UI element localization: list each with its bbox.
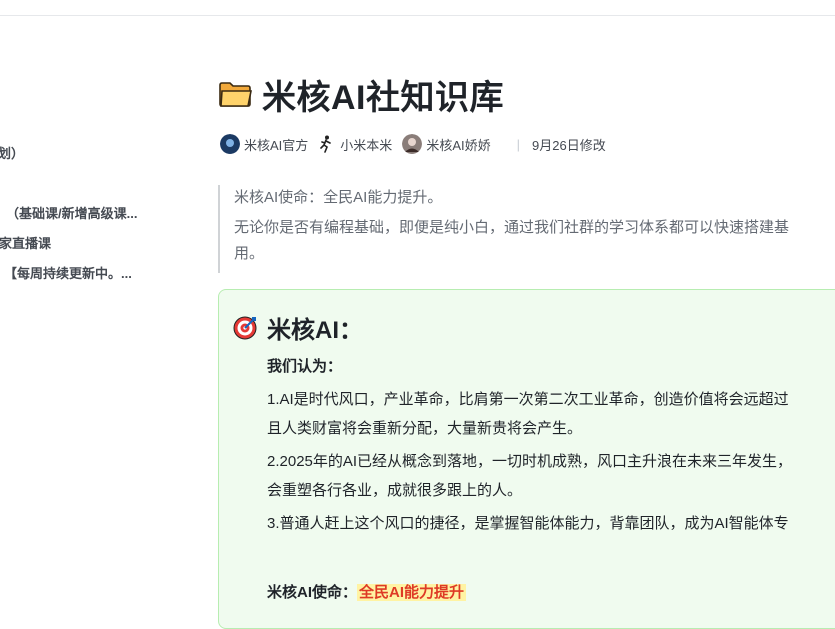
quote-block: 米核AI使命：全民AI能力提升。 无论你是否有编程基础，即便是纯小白，通过我们社…: [218, 185, 835, 273]
callout-title: 米核AI：: [267, 317, 363, 344]
mission-label: 米核AI使命：: [267, 584, 358, 601]
callout-subtitle: 我们认为：: [267, 358, 343, 375]
modified-time: 9月26日修改: [532, 137, 606, 153]
callout-header: 米核AI：: [233, 310, 363, 345]
author-chip[interactable]: 小米本米: [318, 135, 392, 154]
meta-separator: |: [516, 136, 520, 152]
author-chip[interactable]: 米核AI娇娇: [402, 134, 491, 154]
callout-point: 且人类财富将会重新分配，大量新贵将会产生。: [267, 420, 583, 437]
target-icon: [233, 316, 257, 339]
author-name: 米核AI娇娇: [426, 137, 491, 153]
title-row: 米核AI社知识库: [218, 72, 504, 117]
callout-point: 会重塑各行各业，成就很多跟上的人。: [267, 482, 523, 499]
author-name: 小米本米: [340, 137, 393, 153]
avatar: [402, 134, 423, 154]
folder-icon: [219, 82, 252, 107]
mission-line: 米核AI使命： 全民AI能力提升: [267, 578, 835, 607]
outline-item[interactable]: （基础课/新增高级课...: [6, 203, 137, 222]
callout-body: 我们认为： 1.AI是时代风口，产业革命，比肩第一次第二次工业革命，创造价值将会…: [267, 352, 835, 607]
document-outline: 划） （基础课/新增高级课... 家直播课 【每周持续更新中。...: [0, 0, 200, 611]
mission-highlight: 全民AI能力提升: [357, 584, 467, 601]
quote-line: 米核AI使命：全民AI能力提升。: [234, 189, 443, 206]
author-name: 米核AI官方: [244, 137, 309, 153]
callout-block: 米核AI： 我们认为： 1.AI是时代风口，产业革命，比肩第一次第二次工业革命，…: [218, 289, 835, 629]
runner-avatar-icon: [320, 135, 332, 153]
quote-line: 无论你是否有编程基础，即便是纯小白，通过我们社群的学习体系都可以快速搭建基 用。: [234, 219, 790, 262]
avatar: [220, 134, 240, 154]
callout-point: 2.2025年的AI已经从概念到落地，一切时机成熟，风口主升浪在未来三年发生，: [267, 453, 793, 470]
document-body: 米核AI社知识库 米核AI官方 小米本米 米核AI娇娇 | 9月26日修改 米核…: [218, 0, 835, 629]
outline-item[interactable]: 划）: [0, 143, 24, 162]
outline-item[interactable]: 【每周持续更新中。...: [4, 263, 132, 282]
page-title: 米核AI社知识库: [262, 78, 504, 117]
outline-item[interactable]: 家直播课: [0, 233, 51, 252]
callout-point: 1.AI是时代风口，产业革命，比肩第一次第二次工业革命，创造价值将会远超过: [267, 391, 789, 408]
callout-point: 3.普通人赶上这个风口的捷径，是掌握智能体能力，背靠团队，成为AI智能体专: [267, 515, 789, 532]
author-chip[interactable]: 米核AI官方: [220, 134, 308, 154]
doc-meta: 米核AI官方 小米本米 米核AI娇娇 | 9月26日修改: [220, 132, 606, 156]
